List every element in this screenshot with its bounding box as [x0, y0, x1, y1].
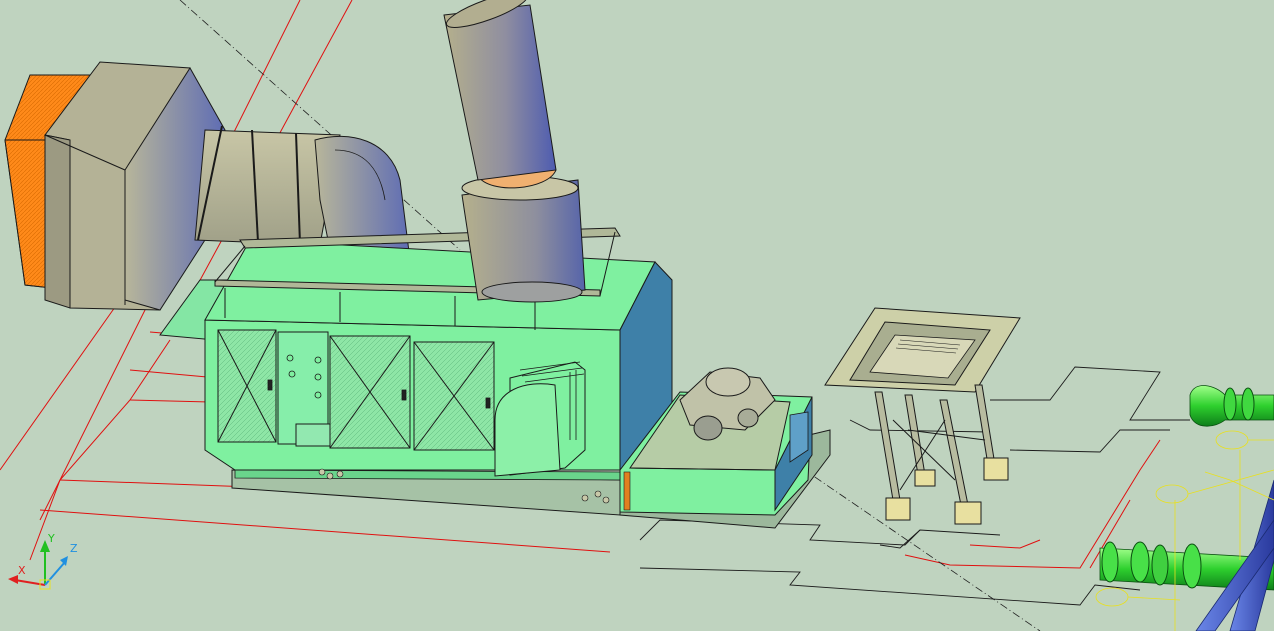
- elevated-platform[interactable]: [824, 307, 1021, 525]
- ucs-icon: X Y Z: [8, 532, 78, 590]
- air-filter-house[interactable]: [4, 61, 226, 311]
- platform-legs: [874, 384, 996, 506]
- cad-model-viewport[interactable]: X Y Z: [0, 0, 1274, 631]
- platform-footings: [885, 457, 1009, 525]
- 3d-model-scene[interactable]: X Y Z: [0, 0, 1274, 631]
- ucs-y-label: Y: [47, 532, 55, 545]
- turbine-enclosure[interactable]: [159, 227, 673, 510]
- enclosure-door-panels[interactable]: [217, 329, 495, 451]
- ucs-x-label: X: [18, 564, 26, 577]
- ucs-z-label: Z: [70, 542, 78, 555]
